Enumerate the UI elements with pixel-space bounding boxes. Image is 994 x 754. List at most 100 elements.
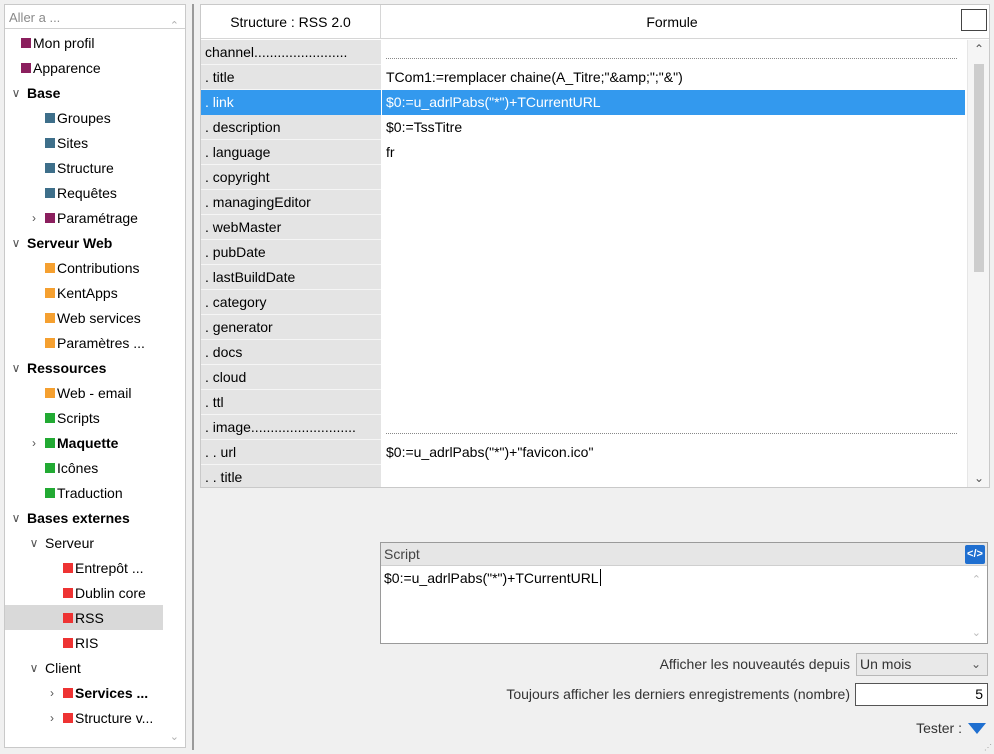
formula-cell[interactable] (382, 390, 965, 415)
sidebar-item[interactable]: Apparence (5, 55, 163, 80)
goto-search-input[interactable]: Aller a ... (5, 5, 185, 29)
table-row[interactable]: channel........................ (201, 40, 965, 65)
structure-cell[interactable]: . description (201, 115, 381, 140)
table-row[interactable]: . link $0:=u_adrlPabs("*")+TCurrentURL (201, 90, 965, 115)
table-row[interactable]: . docs (201, 340, 965, 365)
formula-cell[interactable] (382, 465, 965, 487)
sidebar-item[interactable]: Traduction (5, 480, 163, 505)
sidebar-item[interactable]: ∨ Serveur (5, 530, 163, 555)
sidebar-item[interactable]: ∨ Base (5, 80, 163, 105)
formula-cell[interactable]: $0:=u_adrlPabs("*")+"favicon.ico" (382, 440, 965, 465)
news-since-select[interactable]: Un mois ⌄ (856, 653, 988, 676)
sidebar-item[interactable]: › Structure v... (5, 705, 163, 730)
formula-cell[interactable] (382, 190, 965, 215)
structure-cell[interactable]: . link (201, 90, 381, 115)
chevron-down-icon[interactable]: ∨ (9, 86, 23, 100)
structure-cell[interactable]: . ttl (201, 390, 381, 415)
chevron-right-icon[interactable]: › (45, 686, 59, 700)
sidebar-item[interactable]: KentApps (5, 280, 163, 305)
resize-grip-icon[interactable]: ⋰ (984, 744, 992, 752)
sidebar-item[interactable]: ∨ Client (5, 655, 163, 680)
code-icon[interactable]: </> (965, 545, 985, 564)
sidebar-item[interactable]: Dublin core (5, 580, 163, 605)
formula-cell[interactable] (382, 40, 965, 65)
table-row[interactable]: . title TCom1:=remplacer chaine(A_Titre;"… (201, 65, 965, 90)
chevron-right-icon[interactable]: › (27, 436, 41, 450)
chevron-down-icon[interactable]: ∨ (27, 661, 41, 675)
sidebar-item[interactable]: ∨ Ressources (5, 355, 163, 380)
sidebar-item[interactable]: › Maquette (5, 430, 163, 455)
table-row[interactable]: . generator (201, 315, 965, 340)
formula-cell[interactable]: $0:=TssTitre (382, 115, 965, 140)
sidebar-item[interactable]: Icônes (5, 455, 163, 480)
sidebar-item[interactable]: › Paramétrage (5, 205, 163, 230)
column-header-structure[interactable]: Structure : RSS 2.0 (201, 5, 381, 39)
formula-cell[interactable] (382, 315, 965, 340)
formula-cell[interactable]: TCom1:=remplacer chaine(A_Titre;"&amp;";… (382, 65, 965, 90)
table-row[interactable]: . managingEditor (201, 190, 965, 215)
records-count-input[interactable]: 5 (855, 683, 988, 706)
scroll-down-icon[interactable]: ⌄ (968, 471, 989, 485)
table-row[interactable]: . pubDate (201, 240, 965, 265)
sidebar-item[interactable]: Structure (5, 155, 163, 180)
structure-cell[interactable]: . . url (201, 440, 381, 465)
table-row[interactable]: . description $0:=TssTitre (201, 115, 965, 140)
tester-button[interactable]: Tester : (916, 720, 986, 736)
formula-cell[interactable] (382, 290, 965, 315)
chevron-down-icon[interactable]: ∨ (27, 536, 41, 550)
script-editor[interactable]: $0:=u_adrlPabs("*")+TCurrentURL (384, 569, 601, 586)
structure-cell[interactable]: . managingEditor (201, 190, 381, 215)
sidebar-item[interactable]: RSS (5, 605, 163, 630)
chevron-right-icon[interactable]: › (45, 711, 59, 725)
sidebar-item[interactable]: RIS (5, 630, 163, 655)
structure-cell[interactable]: channel........................ (201, 40, 381, 65)
script-scroll-up-icon[interactable]: ⌃ (972, 573, 981, 586)
structure-cell[interactable]: . copyright (201, 165, 381, 190)
sidebar-item[interactable]: Web - email (5, 380, 163, 405)
column-header-formule[interactable]: Formule (382, 5, 962, 39)
structure-cell[interactable]: . lastBuildDate (201, 265, 381, 290)
splitter[interactable] (192, 4, 194, 750)
table-row[interactable]: . . url $0:=u_adrlPabs("*")+"favicon.ico" (201, 440, 965, 465)
formula-cell[interactable]: $0:=u_adrlPabs("*")+TCurrentURL (382, 90, 965, 115)
sidebar-item[interactable]: Mon profil (5, 30, 163, 55)
scroll-thumb[interactable] (974, 64, 984, 272)
script-scroll-down-icon[interactable]: ⌄ (972, 626, 981, 639)
table-row[interactable]: . webMaster (201, 215, 965, 240)
sidebar-item[interactable]: Sites (5, 130, 163, 155)
table-row[interactable]: . category (201, 290, 965, 315)
sidebar-item[interactable]: › Services ... (5, 680, 163, 705)
structure-cell[interactable]: . category (201, 290, 381, 315)
formula-cell[interactable] (382, 340, 965, 365)
table-row[interactable]: . image........................... (201, 415, 965, 440)
formula-cell[interactable]: fr (382, 140, 965, 165)
structure-cell[interactable]: . . title (201, 465, 381, 487)
formula-cell[interactable] (382, 365, 965, 390)
chevron-down-icon[interactable]: ∨ (9, 361, 23, 375)
chevron-right-icon[interactable]: › (27, 211, 41, 225)
table-row[interactable]: . ttl (201, 390, 965, 415)
table-row[interactable]: . . title (201, 465, 965, 487)
table-row[interactable]: . copyright (201, 165, 965, 190)
sidebar-item[interactable]: ∨ Serveur Web (5, 230, 163, 255)
structure-cell[interactable]: . image........................... (201, 415, 381, 440)
sidebar-scroll-down-icon[interactable]: ⌄ (170, 730, 179, 743)
sidebar-item[interactable]: Entrepôt ... (5, 555, 163, 580)
structure-cell[interactable]: . cloud (201, 365, 381, 390)
table-row[interactable]: . language fr (201, 140, 965, 165)
sidebar-item[interactable]: Scripts (5, 405, 163, 430)
column-chooser-button[interactable] (961, 9, 987, 31)
table-row[interactable]: . lastBuildDate (201, 265, 965, 290)
scroll-up-icon[interactable]: ⌃ (968, 42, 989, 56)
chevron-down-icon[interactable]: ∨ (9, 236, 23, 250)
formula-cell[interactable] (382, 165, 965, 190)
sidebar-item[interactable]: Groupes (5, 105, 163, 130)
formula-cell[interactable] (382, 240, 965, 265)
structure-cell[interactable]: . webMaster (201, 215, 381, 240)
structure-cell[interactable]: . title (201, 65, 381, 90)
grid-scrollbar[interactable]: ⌃ ⌄ (967, 40, 989, 487)
sidebar-scroll-up-icon[interactable]: ⌃ (170, 19, 179, 32)
sidebar-item[interactable]: Requêtes (5, 180, 163, 205)
formula-cell[interactable] (382, 215, 965, 240)
sidebar-item[interactable]: Paramètres ... (5, 330, 163, 355)
